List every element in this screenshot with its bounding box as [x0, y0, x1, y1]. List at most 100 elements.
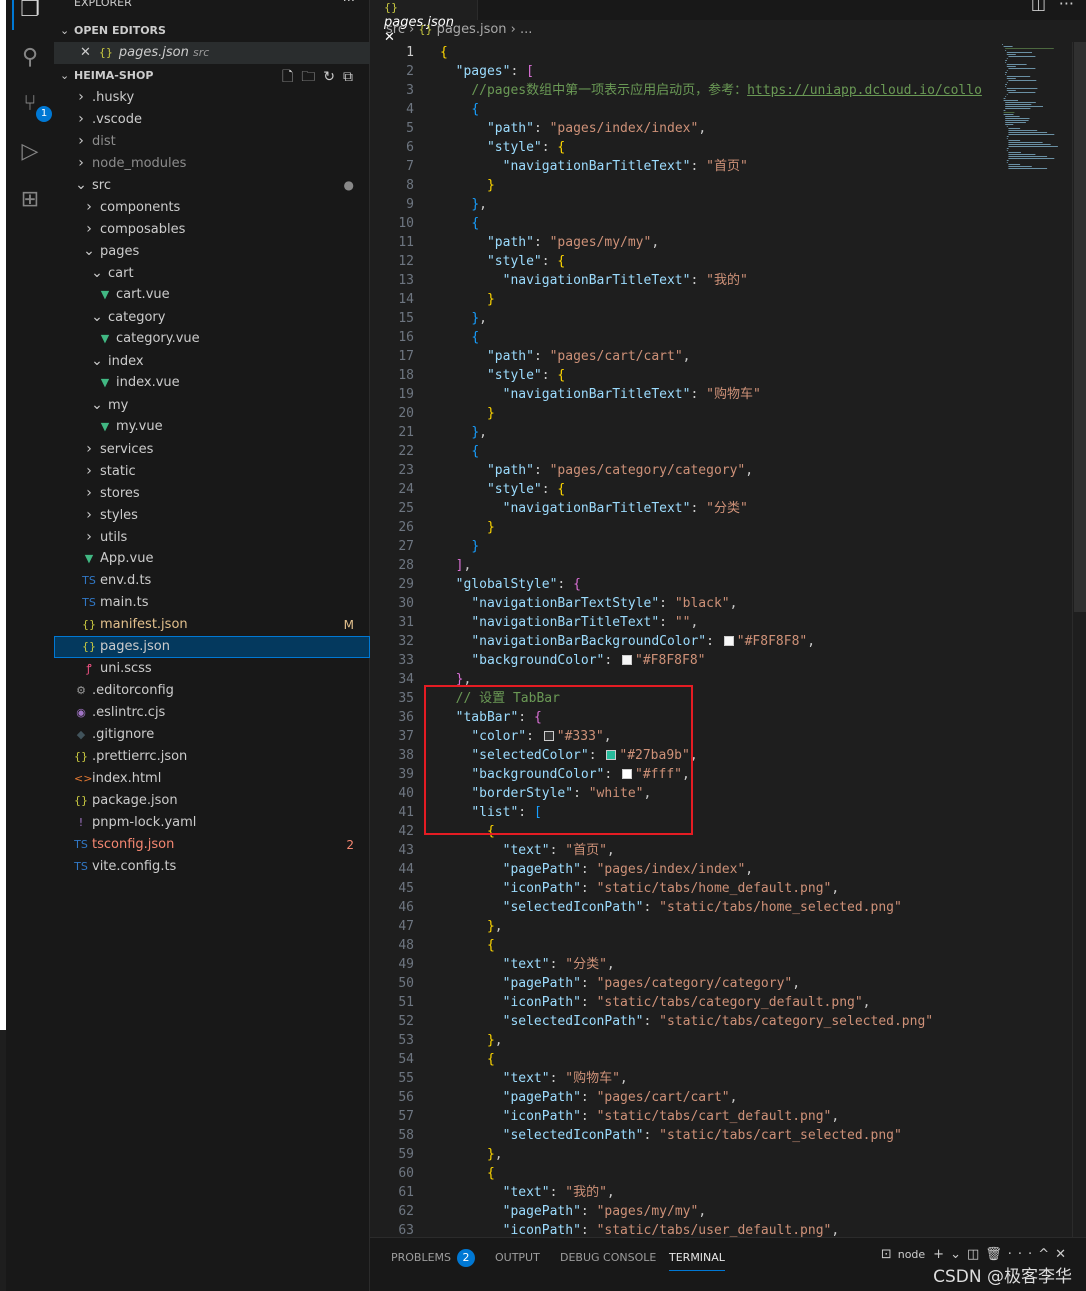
- folder-item[interactable]: › node_modules: [54, 152, 370, 174]
- file-item[interactable]: <>index.html: [54, 768, 370, 790]
- code-line[interactable]: "navigationBarTitleText": "",: [440, 613, 698, 632]
- code-line[interactable]: }: [440, 176, 495, 195]
- terminal-name[interactable]: node: [898, 1248, 925, 1261]
- code-line[interactable]: "text": "首页",: [440, 841, 615, 860]
- open-editor-item[interactable]: ✕ {} pages.json src: [54, 42, 370, 64]
- breadcrumb-item[interactable]: pages.json: [437, 22, 507, 37]
- trash-icon[interactable]: 🗑: [985, 1247, 1008, 1262]
- add-terminal-icon[interactable]: +⌄: [933, 1247, 967, 1262]
- file-item[interactable]: TS tsconfig.json 2: [54, 834, 370, 856]
- code-line[interactable]: "pagePath": "pages/my/my",: [440, 1202, 707, 1221]
- code-line[interactable]: },: [440, 917, 503, 936]
- folder-item[interactable]: › styles: [54, 504, 370, 526]
- folder-item[interactable]: › composables: [54, 218, 370, 240]
- file-item[interactable]: {} .prettierrc.json: [54, 746, 370, 768]
- code-line[interactable]: },: [440, 423, 487, 442]
- more-actions-icon[interactable]: ···: [1059, 0, 1074, 13]
- folder-item[interactable]: › .vscode: [54, 108, 370, 130]
- file-item[interactable]: {} pages.json: [54, 636, 370, 658]
- folder-item[interactable]: › static: [54, 460, 370, 482]
- code-line[interactable]: {: [440, 214, 479, 233]
- collapse-all-icon[interactable]: ⧉: [343, 69, 361, 85]
- file-item[interactable]: TS env.d.ts: [54, 570, 370, 592]
- code-line[interactable]: "path": "pages/category/category",: [440, 461, 753, 480]
- file-item[interactable]: ⚙ .editorconfig: [54, 680, 370, 702]
- code-line[interactable]: }: [440, 518, 495, 537]
- code-line[interactable]: "selectedIconPath": "static/tabs/home_se…: [440, 898, 902, 917]
- code-line[interactable]: {: [440, 43, 448, 62]
- code-line[interactable]: {: [440, 328, 479, 347]
- open-editors-header[interactable]: ⌄ OPEN EDITORS: [54, 20, 370, 42]
- split-terminal-icon[interactable]: ◫: [967, 1247, 985, 1262]
- tab-pages-json[interactable]: {} pages.json ✕: [370, 0, 478, 45]
- code-line[interactable]: "style": {: [440, 366, 565, 385]
- breadcrumb-item[interactable]: ...: [520, 22, 532, 37]
- folder-item[interactable]: ⌄ my: [54, 394, 370, 416]
- tab-terminal[interactable]: TERMINAL: [669, 1251, 725, 1271]
- code-line[interactable]: "style": {: [440, 252, 565, 271]
- code-line[interactable]: },: [440, 1031, 503, 1050]
- code-line[interactable]: "globalStyle": {: [440, 575, 581, 594]
- tab-debug-console[interactable]: DEBUG CONSOLE: [560, 1251, 656, 1264]
- folder-item[interactable]: › components: [54, 196, 370, 218]
- code-line[interactable]: "pagePath": "pages/category/category",: [440, 974, 800, 993]
- maximize-icon[interactable]: ^: [1038, 1247, 1055, 1262]
- explorer-icon[interactable]: ❐: [16, 0, 44, 24]
- code-line[interactable]: "navigationBarTitleText": "首页": [440, 157, 748, 176]
- folder-item[interactable]: ⌄ category: [54, 306, 370, 328]
- code-line[interactable]: {: [440, 1164, 495, 1183]
- folder-item[interactable]: › stores: [54, 482, 370, 504]
- code-line[interactable]: "pagePath": "pages/index/index",: [440, 860, 753, 879]
- file-item[interactable]: ! pnpm-lock.yaml: [54, 812, 370, 834]
- code-line[interactable]: "iconPath": "static/tabs/cart_default.pn…: [440, 1107, 840, 1126]
- code-line[interactable]: "navigationBarTitleText": "分类": [440, 499, 748, 518]
- folder-item[interactable]: ⌄ src ●: [54, 174, 370, 196]
- file-item[interactable]: ▼ index.vue: [54, 372, 370, 394]
- code-line[interactable]: "text": "分类",: [440, 955, 615, 974]
- file-item[interactable]: TS main.ts: [54, 592, 370, 614]
- minimap[interactable]: [1000, 42, 1072, 182]
- code-line[interactable]: "pages": [: [440, 62, 534, 81]
- code-line[interactable]: "pagePath": "pages/cart/cart",: [440, 1088, 738, 1107]
- file-item[interactable]: ▼ App.vue: [54, 548, 370, 570]
- folder-item[interactable]: ⌄ pages: [54, 240, 370, 262]
- file-item[interactable]: ◆ .gitignore: [54, 724, 370, 746]
- code-line[interactable]: "path": "pages/cart/cart",: [440, 347, 691, 366]
- code-line[interactable]: {: [440, 442, 479, 461]
- code-line[interactable]: "iconPath": "static/tabs/user_default.pn…: [440, 1221, 840, 1237]
- more-actions-icon[interactable]: ···: [343, 0, 355, 9]
- code-line[interactable]: }: [440, 404, 495, 423]
- code-line[interactable]: "iconPath": "static/tabs/category_defaul…: [440, 993, 871, 1012]
- code-line[interactable]: "style": {: [440, 138, 565, 157]
- code-line[interactable]: "iconPath": "static/tabs/home_default.pn…: [440, 879, 840, 898]
- code-line[interactable]: }: [440, 290, 495, 309]
- new-folder-icon[interactable]: 🗀: [301, 69, 323, 85]
- code-line[interactable]: {: [440, 1050, 495, 1069]
- run-debug-icon[interactable]: ▷: [16, 138, 44, 166]
- extensions-icon[interactable]: ⊞: [16, 186, 44, 214]
- code-line[interactable]: "style": {: [440, 480, 565, 499]
- code-line[interactable]: {: [440, 936, 495, 955]
- close-icon[interactable]: ✕: [80, 45, 91, 60]
- code-line[interactable]: "path": "pages/my/my",: [440, 233, 659, 252]
- tab-problems[interactable]: PROBLEMS 2: [391, 1249, 476, 1267]
- code-line[interactable]: "navigationBarTextStyle": "black",: [440, 594, 737, 613]
- folder-item[interactable]: › services: [54, 438, 370, 460]
- more-icon[interactable]: ···: [1008, 1247, 1038, 1262]
- code-line[interactable]: },: [440, 195, 487, 214]
- file-item[interactable]: ◉ .eslintrc.cjs: [54, 702, 370, 724]
- search-icon[interactable]: ⚲: [16, 44, 44, 72]
- code-line[interactable]: "navigationBarBackgroundColor": "#F8F8F8…: [440, 632, 815, 651]
- file-item[interactable]: ꝭ uni.scss: [54, 658, 370, 680]
- refresh-icon[interactable]: ↻: [323, 69, 343, 85]
- editor-scrollbar[interactable]: [1072, 42, 1086, 1237]
- scrollbar-thumb[interactable]: [1074, 42, 1086, 612]
- code-line[interactable]: "path": "pages/index/index",: [440, 119, 706, 138]
- code-line[interactable]: {: [440, 100, 479, 119]
- file-item[interactable]: ▼ category.vue: [54, 328, 370, 350]
- file-item[interactable]: TS vite.config.ts: [54, 856, 370, 878]
- code-editor[interactable]: 1 {2 "pages": [3 //pages数组中第一项表示应用启动页，参考：…: [370, 42, 1072, 1237]
- folder-item[interactable]: › .husky: [54, 86, 370, 108]
- code-line[interactable]: "text": "我的",: [440, 1183, 615, 1202]
- new-file-icon[interactable]: 🗋: [282, 69, 301, 85]
